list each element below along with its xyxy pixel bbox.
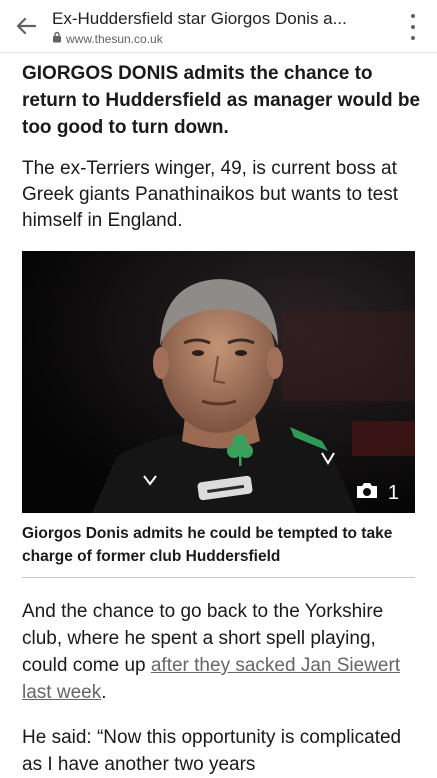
camera-icon: [355, 481, 379, 505]
back-arrow-icon[interactable]: [10, 12, 42, 40]
caption-divider: [22, 577, 415, 578]
more-vert-icon[interactable]: [403, 14, 423, 40]
article-paragraph: And the chance to go back to the Yorkshi…: [22, 598, 417, 706]
lock-icon: [52, 31, 62, 46]
article-standfirst: The ex-Terriers winger, 49, is current b…: [22, 158, 398, 231]
photo-gallery-counter[interactable]: 1: [355, 481, 399, 505]
paragraph-end: .: [101, 682, 107, 703]
browser-toolbar: Ex-Huddersfield star Giorgos Donis a... …: [0, 0, 437, 52]
article-photo[interactable]: 1: [22, 251, 415, 513]
photo-caption: Giorgos Donis admits he could be tempted…: [22, 525, 393, 565]
photo-illustration: [22, 251, 415, 513]
article-paragraph: He said: “Now this opportunity is compli…: [22, 727, 402, 775]
photo-count: 1: [387, 481, 399, 504]
url-text: www.thesun.co.uk: [66, 31, 163, 46]
url-bar[interactable]: www.thesun.co.uk: [52, 31, 163, 46]
page-title: Ex-Huddersfield star Giorgos Donis a...: [52, 9, 347, 28]
article-headline: GIORGOS DONIS admits the chance to retur…: [22, 63, 421, 138]
